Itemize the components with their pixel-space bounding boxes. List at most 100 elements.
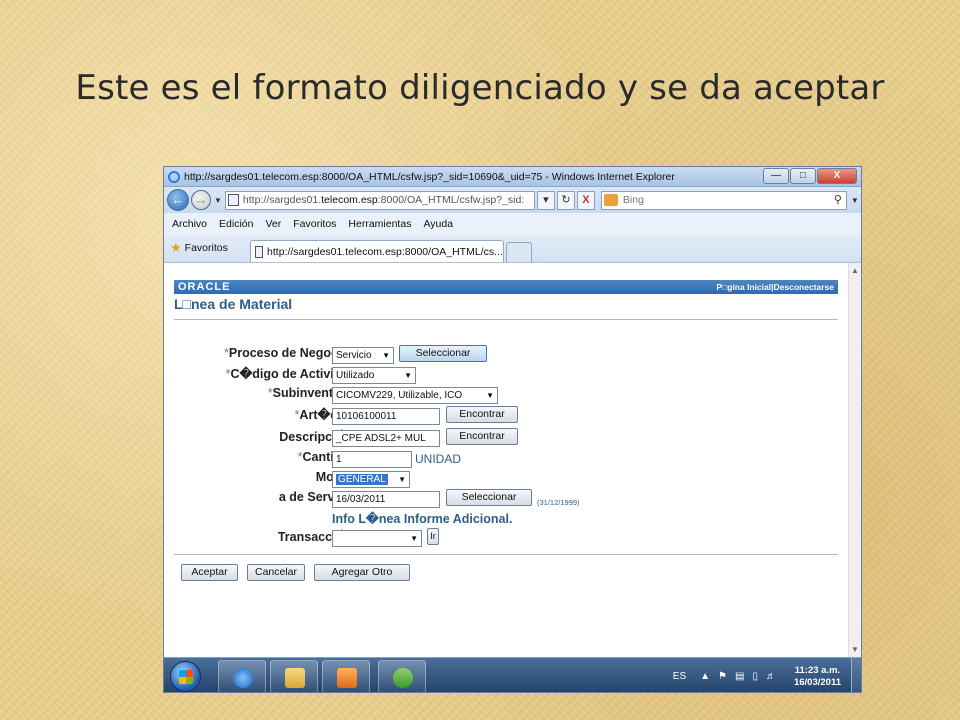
forward-button[interactable]: → xyxy=(191,190,211,210)
search-icon[interactable]: ⚲ xyxy=(834,193,842,206)
codigo-value: Utilizado xyxy=(336,370,375,381)
header-links[interactable]: P□gina Inicial|Desconectarse xyxy=(716,282,834,292)
ie-icon xyxy=(233,668,253,688)
favorites-label: Favoritos xyxy=(184,242,228,254)
chevron-down-icon: ▼ xyxy=(398,475,406,484)
messenger-icon xyxy=(393,668,413,688)
vertical-scrollbar[interactable]: ▲ ▼ xyxy=(848,263,861,657)
back-button[interactable]: ← xyxy=(167,189,189,211)
battery-icon[interactable]: ▯ xyxy=(752,671,758,682)
cantidad-input[interactable]: 1 xyxy=(332,451,412,468)
start-button[interactable] xyxy=(170,661,201,692)
cancelar-button[interactable]: Cancelar xyxy=(247,564,305,581)
chevron-down-icon: ▼ xyxy=(404,371,412,380)
window-controls: — □ X xyxy=(763,168,857,184)
search-dropdown-icon[interactable]: ▼ xyxy=(851,196,859,205)
motivo-value: GENERAL xyxy=(336,474,388,485)
tab-label: http://sargdes01.telecom.esp:8000/OA_HTM… xyxy=(267,245,503,258)
descripcion-input[interactable]: _CPE ADSL2+ MUL xyxy=(332,430,440,447)
menu-archivo[interactable]: Archivo xyxy=(172,218,207,230)
address-suffix: :8000/OA_HTML/csfw.jsp?_sid: xyxy=(377,194,525,206)
proceso-select[interactable]: Servicio ▼ xyxy=(332,347,394,364)
articulo-input[interactable]: 10106100011 xyxy=(332,408,440,425)
star-icon: ★ xyxy=(170,240,182,255)
volume-icon[interactable]: ♬ xyxy=(766,671,776,682)
slide-title: Este es el formato diligenciado y se da … xyxy=(75,68,885,108)
address-domain: telecom.esp xyxy=(321,194,378,206)
cantidad-unit: UNIDAD xyxy=(415,452,462,466)
proceso-seleccionar-button[interactable]: Seleccionar xyxy=(399,345,487,362)
tab-active[interactable]: http://sargdes01.telecom.esp:8000/OA_HTM… xyxy=(249,240,504,262)
subinventario-select[interactable]: CICOMV229, Utilizable, ICO ▼ xyxy=(332,387,498,404)
search-placeholder: Bing xyxy=(622,194,644,206)
new-tab-button[interactable] xyxy=(505,242,532,262)
address-prefix: http://sargdes01. xyxy=(242,194,322,206)
fecha-hint: (31/12/1999) xyxy=(537,498,580,507)
taskbar-ie[interactable] xyxy=(218,660,266,692)
menu-ayuda[interactable]: Ayuda xyxy=(423,218,453,230)
proceso-value: Servicio xyxy=(336,350,372,361)
refresh-icon[interactable]: ↻ xyxy=(556,190,575,210)
favorites-button[interactable]: ★ Favoritos xyxy=(170,237,228,259)
chevron-down-icon: ▼ xyxy=(382,351,390,360)
descripcion-encontrar-button[interactable]: Encontrar xyxy=(446,428,518,445)
media-player-icon xyxy=(337,668,357,688)
fecha-input[interactable]: 16/03/2011 xyxy=(332,491,440,508)
scroll-down-icon[interactable]: ▼ xyxy=(851,645,859,654)
transaccion-select[interactable]: ▼ xyxy=(332,530,422,547)
oracle-header-band: ORACLE P□gina Inicial|Desconectarse xyxy=(174,280,838,294)
close-button[interactable]: X xyxy=(817,168,857,184)
window-title: http://sargdes01.telecom.esp:8000/OA_HTM… xyxy=(184,170,675,183)
show-desktop-button[interactable] xyxy=(851,658,861,692)
fecha-seleccionar-button[interactable]: Seleccionar xyxy=(446,489,532,506)
address-dropdown-button[interactable]: ▾ xyxy=(536,190,555,210)
system-tray: ES ▲ ⚑ ▤ ▯ ♬ 11:23 a.m. 16/03/2011 xyxy=(673,658,861,692)
clock[interactable]: 11:23 a.m. 16/03/2011 xyxy=(794,665,841,689)
address-row: ← → ▼ http://sargdes01. telecom.esp:8000/… xyxy=(164,187,861,213)
search-box[interactable]: Bing ⚲ xyxy=(600,190,847,210)
subinventario-value: CICOMV229, Utilizable, ICO xyxy=(336,390,463,401)
clock-time: 11:23 a.m. xyxy=(794,664,841,676)
windows-taskbar: ES ▲ ⚑ ▤ ▯ ♬ 11:23 a.m. 16/03/2011 xyxy=(164,657,861,692)
minimize-button[interactable]: — xyxy=(763,168,789,184)
menu-edicion[interactable]: Edición xyxy=(219,218,253,230)
clock-date: 16/03/2011 xyxy=(793,676,841,688)
browser-screenshot: http://sargdes01.telecom.esp:8000/OA_HTM… xyxy=(163,166,862,693)
ie-logo-icon xyxy=(168,170,180,183)
restore-button[interactable]: □ xyxy=(790,168,816,184)
transaccion-ir-button[interactable]: Ir xyxy=(427,528,439,545)
page-content: ORACLE P□gina Inicial|Desconectarse L□ne… xyxy=(164,263,850,657)
stop-button[interactable]: X xyxy=(576,190,595,210)
taskbar-messenger[interactable] xyxy=(378,660,426,692)
page-icon xyxy=(227,194,239,206)
page-title: L□nea de Material xyxy=(174,296,293,312)
menu-ver[interactable]: Ver xyxy=(265,218,281,230)
motivo-select[interactable]: GENERAL ▼ xyxy=(332,471,410,488)
divider-bottom xyxy=(174,554,838,555)
agregar-otro-button[interactable]: Agregar Otro xyxy=(314,564,410,581)
bing-icon xyxy=(603,194,618,206)
window-titlebar: http://sargdes01.telecom.esp:8000/OA_HTM… xyxy=(164,167,861,187)
divider-top xyxy=(174,319,838,320)
articulo-encontrar-button[interactable]: Encontrar xyxy=(446,406,518,423)
network-icon[interactable]: ▤ xyxy=(735,671,744,682)
history-dropdown-icon[interactable]: ▼ xyxy=(214,196,222,205)
menu-favoritos[interactable]: Favoritos xyxy=(293,218,336,230)
flag-icon[interactable]: ⚑ xyxy=(718,671,727,682)
codigo-select[interactable]: Utilizado ▼ xyxy=(332,367,416,384)
info-linea-link[interactable]: Info L�nea Informe Adicional. xyxy=(332,511,512,526)
tab-page-icon xyxy=(254,245,264,258)
chevron-down-icon: ▼ xyxy=(486,391,494,400)
oracle-logo: ORACLE xyxy=(178,281,231,293)
menu-bar: Archivo Edición Ver Favoritos Herramient… xyxy=(164,213,861,235)
taskbar-explorer[interactable] xyxy=(270,660,318,692)
taskbar-media-player[interactable] xyxy=(322,660,370,692)
chevron-down-icon: ▼ xyxy=(410,534,418,543)
menu-herramientas[interactable]: Herramientas xyxy=(348,218,411,230)
address-bar[interactable]: http://sargdes01. telecom.esp:8000/OA_HTM… xyxy=(224,190,535,210)
aceptar-button[interactable]: Aceptar xyxy=(181,564,238,581)
language-indicator[interactable]: ES xyxy=(673,671,686,682)
show-hidden-icons-icon[interactable]: ▲ xyxy=(700,671,710,682)
scroll-up-icon[interactable]: ▲ xyxy=(851,266,859,275)
windows-logo-icon xyxy=(179,670,193,684)
